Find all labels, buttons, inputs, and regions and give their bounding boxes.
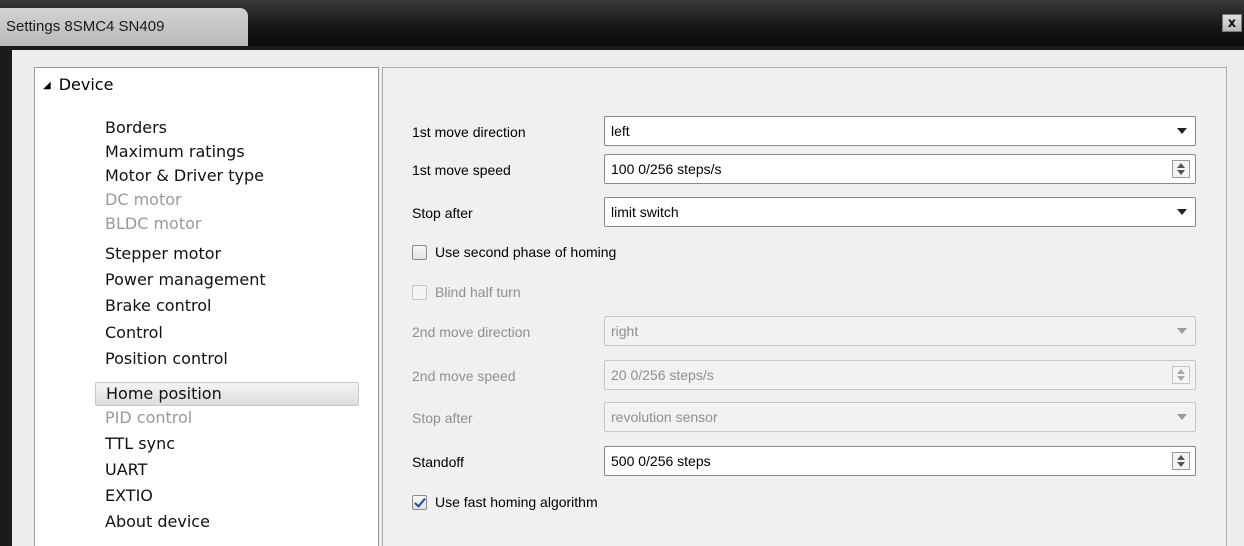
stop-after-value: limit switch	[611, 204, 679, 220]
chevron-down-icon	[1177, 209, 1187, 215]
checkbox-icon[interactable]	[412, 244, 427, 260]
first-move-direction-label: 1st move direction	[412, 124, 526, 140]
chevron-down-icon	[1177, 128, 1187, 134]
blind-half-turn-checkbox: Blind half turn	[412, 282, 521, 302]
spin-arrows-icon[interactable]	[1172, 160, 1190, 178]
tree-item-dc-motor: DC motor	[105, 190, 182, 209]
checkmark-icon[interactable]	[412, 494, 427, 510]
second-move-direction-select: right	[604, 316, 1196, 346]
first-move-direction-select[interactable]: left	[604, 116, 1196, 146]
tree-item-uart[interactable]: UART	[105, 460, 147, 484]
stop-after-2-select: revolution sensor	[604, 402, 1196, 432]
tree-item-motor-driver-type[interactable]: Motor & Driver type	[105, 166, 264, 190]
checkbox-icon	[412, 284, 427, 300]
second-move-speed-label: 2nd move speed	[412, 368, 516, 384]
standoff-value: 500 0/256 steps	[611, 453, 711, 469]
tree-root-device[interactable]: ◢ Device	[43, 75, 113, 94]
second-move-speed-value: 20 0/256 steps/s	[611, 367, 714, 383]
fast-homing-label: Use fast homing algorithm	[435, 494, 598, 510]
first-move-speed-input[interactable]: 100 0/256 steps/s	[604, 154, 1196, 184]
stop-after-2-label: Stop after	[412, 410, 473, 426]
home-position-panel: 1st move direction left 1st move speed 1…	[382, 67, 1227, 546]
second-phase-label: Use second phase of homing	[435, 244, 617, 260]
title-tab: Settings 8SMC4 SN409	[0, 8, 248, 46]
settings-window: ◢ Device Borders Maximum ratings Motor & …	[12, 50, 1244, 546]
tree-item-pid-control: PID control	[105, 408, 193, 427]
tree-item-maximum-ratings[interactable]: Maximum ratings	[105, 142, 245, 166]
close-button[interactable]: x	[1222, 14, 1242, 32]
tree-item-stepper-motor[interactable]: Stepper motor	[105, 244, 221, 268]
window-title: Settings 8SMC4 SN409	[6, 18, 165, 35]
tree-item-position-control[interactable]: Position control	[105, 349, 228, 373]
standoff-label: Standoff	[412, 454, 464, 470]
spin-arrows-icon	[1172, 366, 1190, 384]
first-move-direction-value: left	[611, 123, 630, 139]
tree-item-ttl-sync[interactable]: TTL sync	[105, 434, 175, 458]
tree-item-control[interactable]: Control	[105, 323, 163, 347]
spin-arrows-icon[interactable]	[1172, 452, 1190, 470]
stop-after-select[interactable]: limit switch	[604, 197, 1196, 227]
first-move-speed-label: 1st move speed	[412, 162, 511, 178]
second-move-direction-value: right	[611, 323, 639, 339]
tree-item-borders[interactable]: Borders	[105, 118, 167, 142]
tree-item-extio[interactable]: EXTIO	[105, 486, 153, 510]
tree-item-brake-control[interactable]: Brake control	[105, 296, 211, 320]
settings-tree[interactable]: ◢ Device Borders Maximum ratings Motor & …	[34, 67, 379, 546]
tree-item-home-position[interactable]: Home position	[95, 382, 359, 406]
title-bar: Settings 8SMC4 SN409 x	[0, 0, 1244, 46]
stop-after-label: Stop after	[412, 205, 473, 221]
fast-homing-checkbox[interactable]: Use fast homing algorithm	[412, 492, 598, 512]
expand-arrow-icon[interactable]: ◢	[43, 80, 51, 91]
chevron-down-icon	[1177, 414, 1187, 420]
second-phase-checkbox[interactable]: Use second phase of homing	[412, 242, 616, 262]
second-move-speed-input: 20 0/256 steps/s	[604, 360, 1196, 390]
chevron-down-icon	[1177, 328, 1187, 334]
tree-item-bldc-motor: BLDC motor	[105, 214, 202, 233]
second-move-direction-label: 2nd move direction	[412, 324, 531, 340]
first-move-speed-value: 100 0/256 steps/s	[611, 161, 722, 177]
tree-item-power-management[interactable]: Power management	[105, 270, 266, 294]
tree-root-label: Device	[58, 75, 114, 94]
stop-after-2-value: revolution sensor	[611, 409, 718, 425]
blind-half-turn-label: Blind half turn	[435, 284, 521, 300]
standoff-input[interactable]: 500 0/256 steps	[604, 446, 1196, 476]
tree-item-about-device[interactable]: About device	[105, 512, 210, 536]
